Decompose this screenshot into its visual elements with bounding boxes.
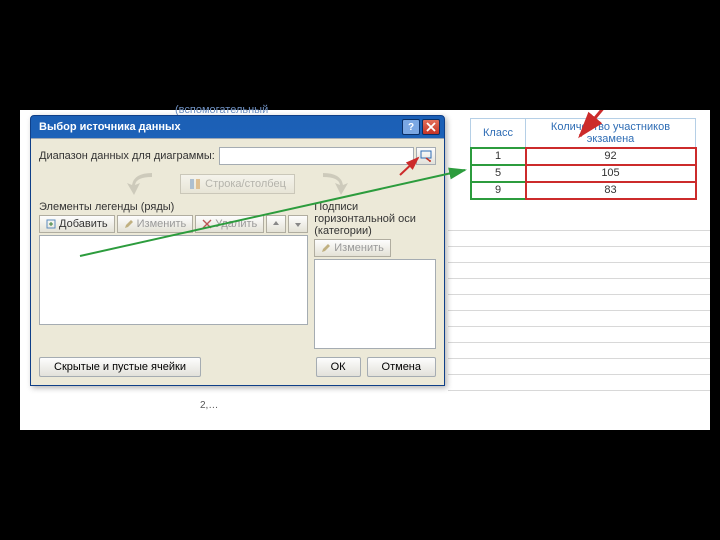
delete-icon (202, 219, 212, 229)
delete-series-label: Удалить (215, 218, 257, 230)
help-button[interactable]: ? (402, 119, 420, 135)
cell-class[interactable]: 5 (471, 165, 526, 182)
move-up-button[interactable] (266, 215, 286, 233)
edit-categories-label: Изменить (334, 242, 384, 254)
table-row: 1 92 (471, 148, 696, 165)
categories-group-label: Подписи горизонтальной оси (категории) (314, 201, 436, 237)
worksheet-area: (вспомогательный Иностранный язык 2,… Кл… (20, 110, 710, 430)
cell-class[interactable]: 1 (471, 148, 526, 165)
delete-series-button[interactable]: Удалить (195, 215, 264, 233)
switch-row-column-button[interactable]: Строка/столбец (180, 174, 295, 194)
ok-button[interactable]: ОК (316, 357, 361, 377)
edit-series-label: Изменить (137, 218, 187, 230)
edit-series-button[interactable]: Изменить (117, 215, 194, 233)
cell-value[interactable]: 92 (526, 148, 696, 165)
close-button[interactable] (422, 119, 440, 135)
data-table[interactable]: Класс Количество участников экзамена 1 9… (470, 118, 696, 199)
range-label: Диапазон данных для диаграммы: (39, 150, 215, 162)
table-row: 5 105 (471, 165, 696, 182)
add-series-label: Добавить (59, 218, 108, 230)
arrow-up-icon (271, 219, 281, 229)
cell-class[interactable]: 9 (471, 182, 526, 199)
close-icon (426, 122, 436, 132)
hidden-cells-button[interactable]: Скрытые и пустые ячейки (39, 357, 201, 377)
cell-value[interactable]: 105 (526, 165, 696, 182)
cell-value[interactable]: 83 (526, 182, 696, 199)
arrow-down-icon (293, 219, 303, 229)
switch-icon (189, 178, 201, 190)
bg-truncated-number: 2,… (200, 400, 218, 411)
series-listbox[interactable] (39, 235, 308, 325)
arrow-right-icon (315, 171, 355, 197)
col-header-class: Класс (471, 119, 526, 148)
edit-icon (321, 243, 331, 253)
move-down-button[interactable] (288, 215, 308, 233)
edit-categories-button[interactable]: Изменить (314, 239, 391, 257)
edit-icon (124, 219, 134, 229)
cancel-button[interactable]: Отмена (367, 357, 436, 377)
empty-grid-rows (448, 215, 710, 391)
select-data-source-dialog: Выбор источника данных ? Диапазон данных… (30, 115, 445, 386)
table-row: 9 83 (471, 182, 696, 199)
categories-listbox[interactable] (314, 259, 436, 349)
dialog-title: Выбор источника данных (35, 121, 400, 133)
range-picker-button[interactable] (416, 147, 436, 165)
col-header-count: Количество участников экзамена (526, 119, 696, 148)
range-picker-icon (420, 150, 432, 162)
arrow-left-icon (120, 171, 160, 197)
add-icon (46, 219, 56, 229)
switch-label: Строка/столбец (205, 178, 286, 190)
title-bar[interactable]: Выбор источника данных ? (31, 116, 444, 138)
add-series-button[interactable]: Добавить (39, 215, 115, 233)
series-group-label: Элементы легенды (ряды) (39, 201, 308, 213)
chart-range-input[interactable] (219, 147, 414, 165)
